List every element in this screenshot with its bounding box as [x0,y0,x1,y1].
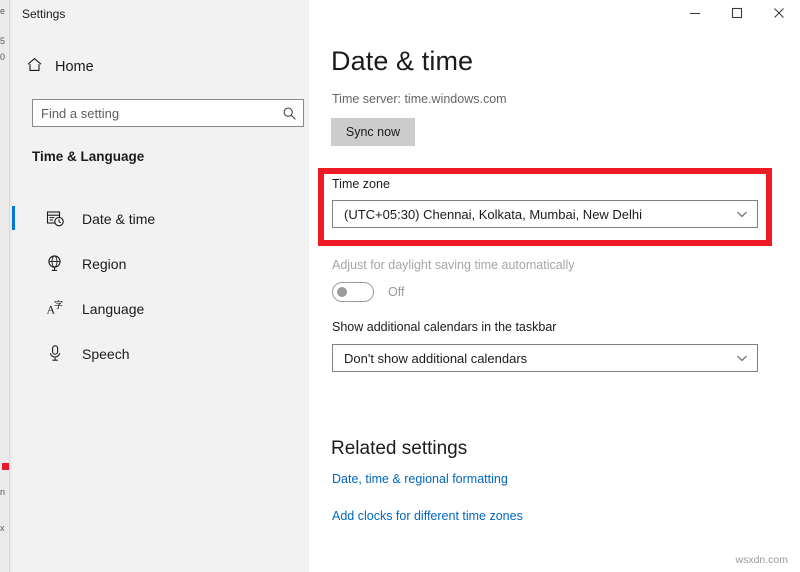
main-content: Date & time Time server: time.windows.co… [309,0,800,572]
chevron-down-icon[interactable] [727,207,757,221]
minimize-icon [689,6,701,24]
sidebar-item-label: Date & time [82,211,155,227]
daylight-saving-toggle-row[interactable]: Off [332,282,404,302]
sidebar-item-label: Speech [82,346,129,362]
link-date-time-regional-formatting[interactable]: Date, time & regional formatting [332,472,508,486]
daylight-saving-label: Adjust for daylight saving time automati… [332,258,574,272]
sidebar-group-title: Time & Language [32,149,144,164]
search-icon[interactable] [275,106,303,121]
sidebar-item-label: Region [82,256,126,272]
selection-indicator [12,206,15,230]
background-window-sliver: e 5 0 n x [0,0,12,572]
time-zone-label: Time zone [332,177,390,191]
maximize-icon [731,6,743,24]
window-title: Settings [22,7,65,21]
background-fragment: 0 [0,52,12,62]
sidebar: Settings Home Time & Language [12,0,309,572]
time-zone-value: (UTC+05:30) Chennai, Kolkata, Mumbai, Ne… [333,207,727,222]
minimize-button[interactable] [674,0,716,30]
microphone-icon [46,344,66,363]
background-fragment: x [0,523,12,533]
additional-calendars-label: Show additional calendars in the taskbar [332,320,556,334]
time-zone-dropdown[interactable]: (UTC+05:30) Chennai, Kolkata, Mumbai, Ne… [332,200,758,228]
sidebar-item-region[interactable]: Region [12,241,309,286]
watermark: wsxdn.com [735,554,788,566]
page-title: Date & time [331,46,473,77]
home-icon [26,56,43,78]
link-add-clocks-time-zones[interactable]: Add clocks for different time zones [332,509,523,523]
globe-icon [46,254,66,273]
background-fragment: e [0,6,12,16]
search-box[interactable] [32,99,304,127]
sidebar-item-date-and-time[interactable]: Date & time [12,196,309,241]
svg-text:字: 字 [54,299,63,310]
sync-now-button[interactable]: Sync now [331,118,415,146]
background-fragment: 5 [0,36,12,46]
background-fragment: n [0,487,12,497]
chevron-down-icon[interactable] [727,351,757,365]
sidebar-home-label: Home [55,59,94,75]
additional-calendars-value: Don't show additional calendars [333,351,727,366]
daylight-saving-state: Off [388,285,404,299]
sidebar-item-label: Language [82,301,144,317]
maximize-button[interactable] [716,0,758,30]
close-icon [773,6,785,24]
related-settings-title: Related settings [331,438,467,460]
sidebar-item-language[interactable]: A 字 Language [12,286,309,331]
window-controls [674,0,800,30]
settings-window: e 5 0 n x Settings Home [0,0,800,572]
language-icon: A 字 [46,299,66,318]
additional-calendars-dropdown[interactable]: Don't show additional calendars [332,344,758,372]
background-red-marker [2,463,9,470]
close-button[interactable] [758,0,800,30]
calendar-clock-icon [46,209,66,228]
toggle-knob [337,287,347,297]
sidebar-item-home[interactable]: Home [20,52,100,82]
search-input[interactable] [33,106,275,121]
daylight-saving-toggle[interactable] [332,282,374,302]
sidebar-nav: Date & time Region [12,196,309,376]
sidebar-item-speech[interactable]: Speech [12,331,309,376]
time-server-label: Time server: time.windows.com [332,92,507,106]
